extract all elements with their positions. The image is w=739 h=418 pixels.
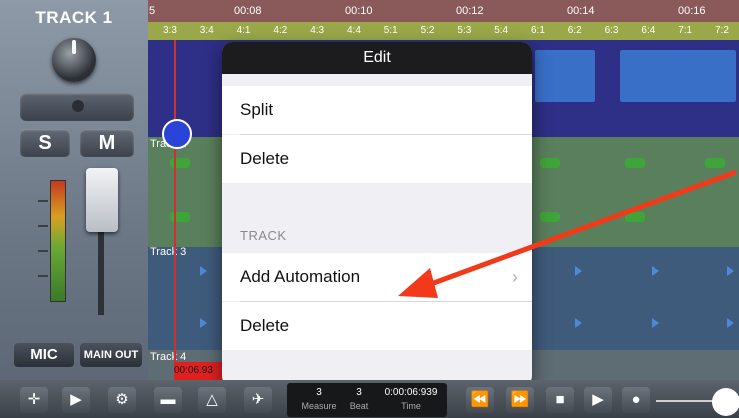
audio-region[interactable] bbox=[620, 50, 736, 102]
playhead-handle[interactable] bbox=[162, 119, 192, 149]
ruler-time: 00:14 bbox=[567, 5, 595, 17]
pan-handle[interactable] bbox=[72, 100, 84, 112]
ruler-time: 00:12 bbox=[456, 5, 484, 17]
ruler-time: 00:16 bbox=[678, 5, 706, 17]
beat-marker bbox=[652, 266, 659, 276]
chevron-right-icon: › bbox=[512, 267, 518, 287]
time-value: 0:00:06:939 bbox=[384, 387, 438, 398]
volume-fader[interactable] bbox=[86, 168, 118, 232]
metronome-icon[interactable]: △ bbox=[198, 387, 226, 413]
menu-item-split[interactable]: Split bbox=[222, 86, 532, 134]
menu-item-delete-track[interactable]: Delete bbox=[222, 302, 532, 350]
track-name: Track 3 bbox=[150, 246, 187, 258]
beat-label: Beat bbox=[349, 401, 369, 411]
knob-indicator bbox=[72, 40, 76, 54]
audio-region[interactable] bbox=[535, 50, 595, 102]
ruler-time: 5 bbox=[149, 5, 156, 17]
beat-label: 6:2 bbox=[567, 25, 582, 36]
input-button[interactable]: MIC bbox=[14, 343, 74, 367]
beat-marker bbox=[575, 266, 582, 276]
meter-tick bbox=[38, 200, 48, 202]
beat-value: 3 bbox=[356, 387, 362, 398]
beat-label: 5:4 bbox=[494, 25, 509, 36]
meter-tick bbox=[38, 275, 48, 277]
beat-label: 4:3 bbox=[310, 25, 325, 36]
playhead-time: 00:06.93 bbox=[174, 362, 222, 380]
beat-label: 6:4 bbox=[641, 25, 656, 36]
midi-note bbox=[170, 158, 190, 168]
beat-label: 5:1 bbox=[383, 25, 398, 36]
measure-label: Measure bbox=[301, 401, 337, 411]
rewind-icon[interactable]: ⏪ bbox=[466, 387, 494, 413]
menu-item-add-automation[interactable]: Add Automation › bbox=[222, 253, 532, 301]
mute-button[interactable]: M bbox=[80, 129, 134, 157]
midi-note bbox=[170, 212, 190, 222]
ruler-time: 00:08 bbox=[234, 5, 262, 17]
meter-tick bbox=[38, 225, 48, 227]
beat-marker bbox=[727, 266, 734, 276]
output-button[interactable]: MAIN OUT bbox=[80, 343, 142, 367]
menu-item-delete-region[interactable]: Delete bbox=[222, 135, 532, 183]
fast-forward-icon[interactable]: ⏩ bbox=[506, 387, 534, 413]
beat-label: 5:3 bbox=[457, 25, 472, 36]
beat-marker bbox=[200, 266, 207, 276]
time-counter: 3 3 0:00:06:939 Measure Beat Time bbox=[287, 383, 447, 417]
ruler-time: 00:10 bbox=[345, 5, 373, 17]
beat-marker bbox=[575, 318, 582, 328]
folder-icon[interactable]: ▬ bbox=[154, 387, 182, 413]
level-meter bbox=[50, 180, 66, 302]
measure-value: 3 bbox=[316, 387, 322, 398]
beat-label: 6:1 bbox=[531, 25, 545, 36]
track-title: TRACK 1 bbox=[35, 8, 113, 27]
beat-marker bbox=[652, 318, 659, 328]
midi-note bbox=[625, 158, 645, 168]
plane-icon[interactable]: ✈ bbox=[244, 387, 272, 413]
beat-label: 3:3 bbox=[163, 25, 177, 36]
midi-note bbox=[705, 158, 725, 168]
gear-icon[interactable]: ⚙ bbox=[108, 387, 136, 413]
play-icon[interactable]: ▶ bbox=[584, 387, 612, 413]
midi-note bbox=[540, 212, 560, 222]
beat-label: 3:4 bbox=[199, 25, 214, 36]
beat-label: 4:2 bbox=[273, 25, 288, 36]
edit-popover: Edit Split Delete TRACK Add Automation ›… bbox=[222, 42, 532, 386]
beat-label: 7:1 bbox=[678, 25, 693, 36]
beat-label: 6:3 bbox=[604, 25, 619, 36]
beat-label: 7:2 bbox=[715, 25, 729, 36]
beat-label: 5:2 bbox=[420, 25, 435, 36]
time-label: Time bbox=[401, 401, 421, 411]
solo-button[interactable]: S bbox=[20, 129, 70, 157]
beat-marker bbox=[200, 318, 207, 328]
stop-icon[interactable]: ■ bbox=[546, 387, 574, 413]
playhead-line bbox=[174, 40, 176, 380]
beat-marker bbox=[727, 318, 734, 328]
midi-note bbox=[540, 158, 560, 168]
beat-label: 4:4 bbox=[347, 25, 361, 36]
beat-label: 4:1 bbox=[236, 25, 251, 36]
midi-note bbox=[625, 212, 645, 222]
menu-item-label: Add Automation bbox=[240, 267, 361, 286]
master-volume-handle[interactable] bbox=[712, 388, 739, 416]
meter-tick bbox=[38, 250, 48, 252]
record-icon[interactable]: ● bbox=[622, 387, 650, 413]
section-header-track: TRACK bbox=[240, 228, 287, 243]
popover-title: Edit bbox=[222, 42, 532, 74]
move-icon[interactable]: ✛ bbox=[20, 387, 48, 413]
snap-icon[interactable]: ▶ bbox=[62, 387, 90, 413]
